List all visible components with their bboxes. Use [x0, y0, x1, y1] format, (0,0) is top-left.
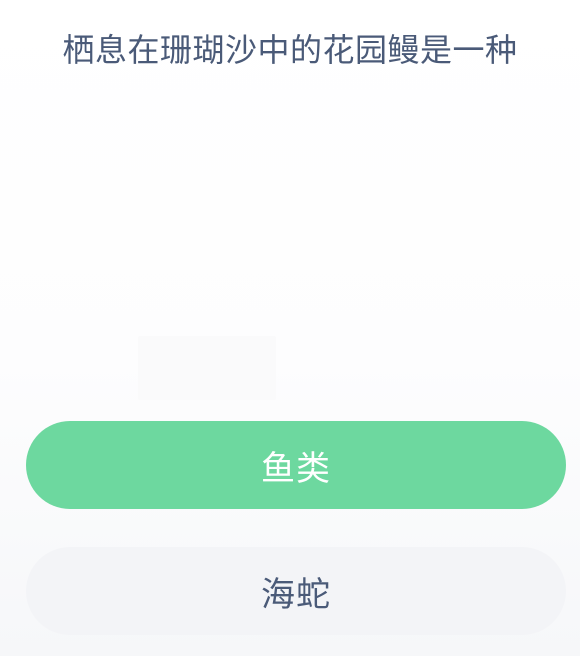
question-image-area	[0, 80, 580, 410]
answer-option-label: 鱼类	[261, 448, 331, 489]
answer-option-fish[interactable]: 鱼类	[26, 421, 566, 509]
image-placeholder	[138, 336, 276, 400]
quiz-page: 栖息在珊瑚沙中的花园鳗是一种 鱼类 海蛇	[0, 0, 580, 656]
answer-option-label: 海蛇	[261, 574, 331, 615]
question-text: 栖息在珊瑚沙中的花园鳗是一种	[62, 31, 518, 69]
answer-option-sea-snake[interactable]: 海蛇	[26, 547, 566, 635]
